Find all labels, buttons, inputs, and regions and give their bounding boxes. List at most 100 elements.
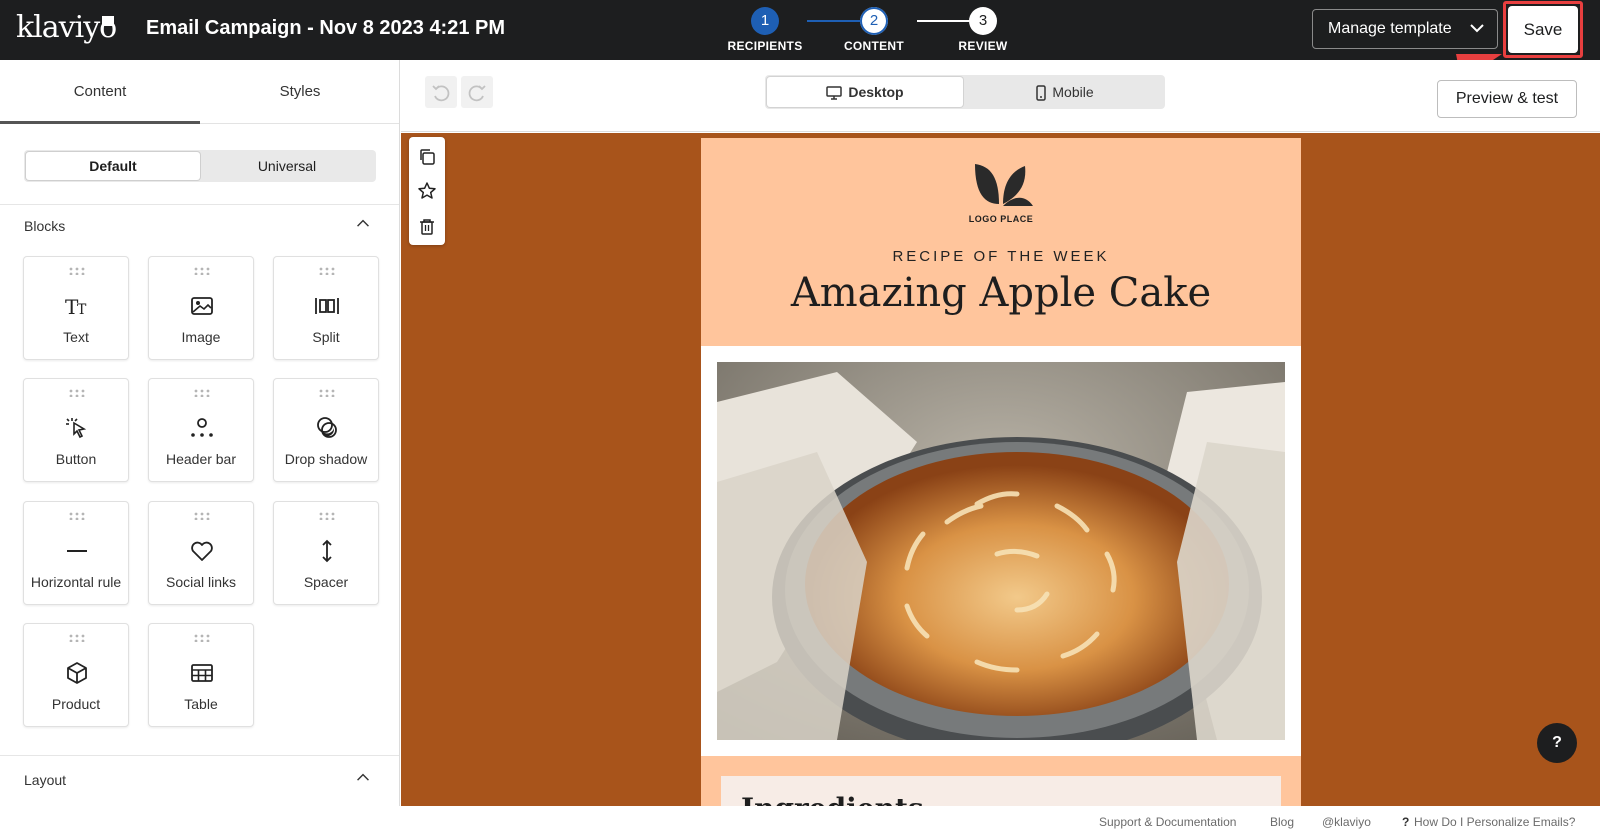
drag-handle-icon <box>194 512 210 520</box>
divider <box>0 755 399 756</box>
hero-image[interactable] <box>717 362 1285 740</box>
left-panel: Content Styles Default Universal Blocks … <box>0 60 400 806</box>
drag-handle-icon <box>69 389 85 397</box>
apple-cake-photo <box>717 362 1285 740</box>
step-recipients-number: 1 <box>751 7 779 35</box>
block-tools <box>409 137 445 245</box>
universal-toggle[interactable]: Universal <box>200 152 374 180</box>
star-icon[interactable] <box>417 181 437 201</box>
spacer-arrows-icon <box>322 539 332 563</box>
block-horizontal-rule[interactable]: Horizontal rule <box>23 501 129 605</box>
split-icon <box>315 298 339 314</box>
drag-handle-icon <box>69 634 85 642</box>
undo-button[interactable] <box>425 76 457 108</box>
save-button[interactable]: Save <box>1508 6 1578 53</box>
step-review[interactable]: 3 REVIEW <box>933 7 1033 53</box>
logo-text: LOGO PLACE <box>968 214 1034 224</box>
device-toggle: Desktop Mobile <box>765 75 1165 109</box>
step-review-number: 3 <box>969 7 997 35</box>
mobile-label: Mobile <box>1052 84 1094 100</box>
block-header-bar[interactable]: Header bar <box>148 378 254 482</box>
step-content-number: 2 <box>860 7 888 35</box>
tab-styles[interactable]: Styles <box>200 60 399 124</box>
step-recipients[interactable]: 1 RECIPIENTS <box>715 7 815 53</box>
tab-content[interactable]: Content <box>0 60 200 124</box>
email-preview: LOGO PLACE RECIPE OF THE WEEK Amazing Ap… <box>701 138 1301 806</box>
drag-handle-icon <box>319 512 335 520</box>
table-icon <box>191 664 213 682</box>
block-spacer-label: Spacer <box>303 574 349 590</box>
blocks-section-header[interactable]: Blocks <box>24 218 376 242</box>
mobile-icon <box>1036 85 1047 102</box>
twitter-link[interactable]: @klaviyo <box>1322 815 1371 829</box>
default-toggle[interactable]: Default <box>26 152 200 180</box>
footer: Support & Documentation Blog @klaviyo ? … <box>0 806 1600 839</box>
block-split-label: Split <box>312 329 340 345</box>
desktop-label: Desktop <box>848 84 904 100</box>
block-text[interactable]: TT Text <box>23 256 129 360</box>
duplicate-icon[interactable] <box>417 147 437 167</box>
svg-text:T: T <box>77 302 87 318</box>
block-table[interactable]: Table <box>148 623 254 727</box>
step-content[interactable]: 2 CONTENT <box>824 7 924 53</box>
block-split[interactable]: Split <box>273 256 379 360</box>
undo-icon <box>432 85 450 102</box>
block-spacer[interactable]: Spacer <box>273 501 379 605</box>
desktop-icon <box>826 86 843 101</box>
block-text-label: Text <box>63 329 89 345</box>
preview-test-button[interactable]: Preview & test <box>1437 80 1577 118</box>
block-social-links-label: Social links <box>165 574 237 590</box>
desktop-toggle[interactable]: Desktop <box>767 77 963 107</box>
blog-link[interactable]: Blog <box>1270 815 1294 829</box>
drag-handle-icon <box>194 389 210 397</box>
logo-flag-icon <box>102 16 114 26</box>
recipe-kicker: RECIPE OF THE WEEK <box>892 248 1110 265</box>
recipe-title: Amazing Apple Cake <box>790 270 1212 316</box>
cube-icon <box>67 662 87 684</box>
manage-template-label: Manage template <box>1328 20 1452 37</box>
image-icon <box>191 297 213 315</box>
drag-handle-icon <box>319 267 335 275</box>
personalize-emails-link[interactable]: How Do I Personalize Emails? <box>1414 815 1575 829</box>
email-header-block[interactable]: LOGO PLACE RECIPE OF THE WEEK Amazing Ap… <box>701 138 1301 346</box>
step-recipients-label: RECIPIENTS <box>727 39 803 53</box>
header-bar-icon <box>191 418 213 437</box>
divider <box>0 204 399 205</box>
email-logo: LOGO PLACE <box>965 160 1037 230</box>
text-icon: TT <box>65 295 87 319</box>
layout-heading: Layout <box>24 772 67 788</box>
step-review-label: REVIEW <box>958 39 1008 53</box>
block-social-links[interactable]: Social links <box>148 501 254 605</box>
mobile-toggle[interactable]: Mobile <box>967 77 1163 107</box>
drag-handle-icon <box>194 267 210 275</box>
panel-tabs: Content Styles <box>0 60 399 124</box>
redo-button[interactable] <box>461 76 493 108</box>
drag-handle-icon <box>194 634 210 642</box>
block-product-label: Product <box>51 696 101 712</box>
chevron-up-icon <box>357 219 369 227</box>
ingredients-card: Ingredients <box>721 776 1281 806</box>
layout-section-header[interactable]: Layout <box>24 772 376 796</box>
block-button[interactable]: Button <box>23 378 129 482</box>
drag-handle-icon <box>319 389 335 397</box>
drag-handle-icon <box>69 267 85 275</box>
cursor-click-icon <box>66 418 87 439</box>
drag-handle-icon <box>69 512 85 520</box>
top-bar: klaviyo Email Campaign - Nov 8 2023 4:21… <box>0 0 1600 60</box>
block-product[interactable]: Product <box>23 623 129 727</box>
block-table-label: Table <box>184 696 218 712</box>
ingredients-section[interactable]: Ingredients <box>701 756 1301 806</box>
block-image[interactable]: Image <box>148 256 254 360</box>
help-button[interactable]: ? <box>1537 723 1577 763</box>
manage-template-dropdown[interactable]: Manage template <box>1312 9 1498 49</box>
heart-icon <box>191 541 213 561</box>
trash-icon[interactable] <box>417 217 437 237</box>
chevron-up-icon <box>357 773 369 781</box>
ingredients-title: Ingredients <box>741 792 924 806</box>
leaf-logo-icon <box>975 164 1033 206</box>
support-docs-link[interactable]: Support & Documentation <box>1099 815 1236 829</box>
blocks-heading: Blocks <box>24 218 66 234</box>
block-drop-shadow[interactable]: Drop shadow <box>273 378 379 482</box>
block-button-label: Button <box>55 451 97 467</box>
block-horizontal-rule-label: Horizontal rule <box>30 574 122 590</box>
